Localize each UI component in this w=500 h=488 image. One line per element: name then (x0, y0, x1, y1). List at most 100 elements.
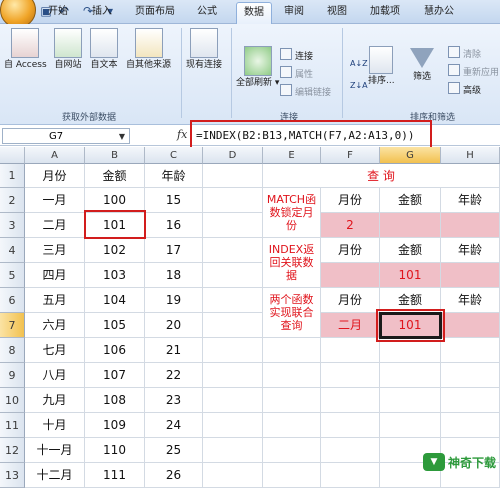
row-header-12[interactable]: 12 (0, 438, 25, 463)
table-cell[interactable]: 八月 (25, 363, 85, 388)
table-cell[interactable]: 18 (145, 263, 203, 288)
table-cell[interactable]: 15 (145, 188, 203, 213)
from-access-button[interactable]: 自 Access (4, 28, 47, 71)
pink-cell[interactable] (441, 313, 500, 338)
index-result-cell[interactable]: 101 (380, 263, 441, 288)
row-header-7[interactable]: 7 (0, 313, 25, 338)
empty-cell[interactable] (441, 338, 500, 363)
combo-month-cell[interactable]: 二月 (321, 313, 380, 338)
empty-cell[interactable] (203, 238, 263, 263)
index-description[interactable]: INDEX返回关联数据 (263, 238, 321, 288)
table-cell[interactable]: 109 (85, 413, 145, 438)
query-header-age[interactable]: 年龄 (441, 288, 500, 313)
empty-cell[interactable] (263, 338, 321, 363)
row-header-4[interactable]: 4 (0, 238, 25, 263)
query-title[interactable]: 查 询 (263, 164, 500, 188)
tab-huibangong[interactable]: 慧办公 (424, 5, 454, 19)
query-header-age[interactable]: 年龄 (441, 188, 500, 213)
empty-cell[interactable] (263, 388, 321, 413)
empty-cell[interactable] (203, 263, 263, 288)
advanced-filter-button[interactable]: 高级 (448, 82, 481, 97)
empty-cell[interactable] (203, 438, 263, 463)
empty-cell[interactable] (441, 363, 500, 388)
table-cell[interactable]: 111 (85, 463, 145, 488)
table-cell[interactable]: 月份 (25, 164, 85, 188)
table-cell[interactable]: 年龄 (145, 164, 203, 188)
existing-connections-button[interactable]: 现有连接 (186, 28, 222, 71)
table-cell[interactable]: 104 (85, 288, 145, 313)
tab-view[interactable]: 视图 (327, 5, 347, 19)
row-header-6[interactable]: 6 (0, 288, 25, 313)
table-cell[interactable]: 十月 (25, 413, 85, 438)
tab-formulas[interactable]: 公式 (197, 5, 217, 19)
column-header-h[interactable]: H (441, 147, 500, 164)
empty-cell[interactable] (321, 438, 380, 463)
table-cell[interactable]: 102 (85, 238, 145, 263)
table-cell[interactable]: 21 (145, 338, 203, 363)
row-header-13[interactable]: 13 (0, 463, 25, 488)
empty-cell[interactable] (203, 213, 263, 238)
empty-cell[interactable] (203, 338, 263, 363)
column-header-f[interactable]: F (321, 147, 380, 164)
query-header-amount[interactable]: 金额 (380, 188, 441, 213)
row-header-1[interactable]: 1 (0, 164, 25, 188)
table-cell[interactable]: 22 (145, 363, 203, 388)
table-cell[interactable]: 一月 (25, 188, 85, 213)
table-cell[interactable]: 24 (145, 413, 203, 438)
empty-cell[interactable] (203, 463, 263, 488)
empty-cell[interactable] (321, 463, 380, 488)
empty-cell[interactable] (321, 363, 380, 388)
empty-cell[interactable] (263, 413, 321, 438)
empty-cell[interactable] (203, 164, 263, 188)
match-result-cell[interactable]: 2 (321, 213, 380, 238)
table-cell[interactable]: 三月 (25, 238, 85, 263)
query-header-amount[interactable]: 金额 (380, 238, 441, 263)
chevron-down-icon[interactable]: ▼ (119, 129, 125, 145)
combo-description[interactable]: 两个函数实现联合查询 (263, 288, 321, 338)
table-cell[interactable]: 107 (85, 363, 145, 388)
row-header-9[interactable]: 9 (0, 363, 25, 388)
empty-cell[interactable] (263, 463, 321, 488)
table-cell[interactable]: 七月 (25, 338, 85, 363)
empty-cell[interactable] (203, 313, 263, 338)
table-cell[interactable]: 16 (145, 213, 203, 238)
row-header-3[interactable]: 3 (0, 213, 25, 238)
empty-cell[interactable] (203, 188, 263, 213)
select-all-corner[interactable] (0, 147, 25, 164)
empty-cell[interactable] (263, 363, 321, 388)
from-web-button[interactable]: 自网站 (54, 28, 82, 71)
tab-addins[interactable]: 加载项 (370, 5, 400, 19)
edit-links-button[interactable]: 编辑链接 (280, 84, 331, 99)
sort-button[interactable]: 排序... (368, 46, 395, 87)
empty-cell[interactable] (441, 388, 500, 413)
row-header-11[interactable]: 11 (0, 413, 25, 438)
table-cell[interactable]: 110 (85, 438, 145, 463)
pink-cell[interactable] (321, 263, 380, 288)
row-header-5[interactable]: 5 (0, 263, 25, 288)
table-cell[interactable]: 105 (85, 313, 145, 338)
table-cell[interactable]: 103 (85, 263, 145, 288)
connections-button[interactable]: 连接 (280, 48, 313, 63)
row-header-8[interactable]: 8 (0, 338, 25, 363)
empty-cell[interactable] (380, 363, 441, 388)
query-header-month[interactable]: 月份 (321, 288, 380, 313)
query-header-month[interactable]: 月份 (321, 188, 380, 213)
fx-icon[interactable]: fx (177, 128, 187, 141)
match-description[interactable]: MATCH函数锁定月份 (263, 188, 321, 238)
table-cell[interactable]: 十二月 (25, 463, 85, 488)
table-cell[interactable]: 26 (145, 463, 203, 488)
column-header-e[interactable]: E (263, 147, 321, 164)
refresh-all-button[interactable]: 全部刷新 ▾ (236, 46, 279, 89)
table-cell[interactable]: 十一月 (25, 438, 85, 463)
table-cell[interactable]: 19 (145, 288, 203, 313)
filter-button[interactable]: 筛选 (410, 46, 434, 83)
empty-cell[interactable] (203, 388, 263, 413)
pink-cell[interactable] (441, 213, 500, 238)
row-header-10[interactable]: 10 (0, 388, 25, 413)
table-cell[interactable]: 17 (145, 238, 203, 263)
table-cell[interactable]: 106 (85, 338, 145, 363)
properties-button[interactable]: 属性 (280, 66, 313, 81)
column-header-c[interactable]: C (145, 147, 203, 164)
column-header-a[interactable]: A (25, 147, 85, 164)
table-cell[interactable]: 四月 (25, 263, 85, 288)
